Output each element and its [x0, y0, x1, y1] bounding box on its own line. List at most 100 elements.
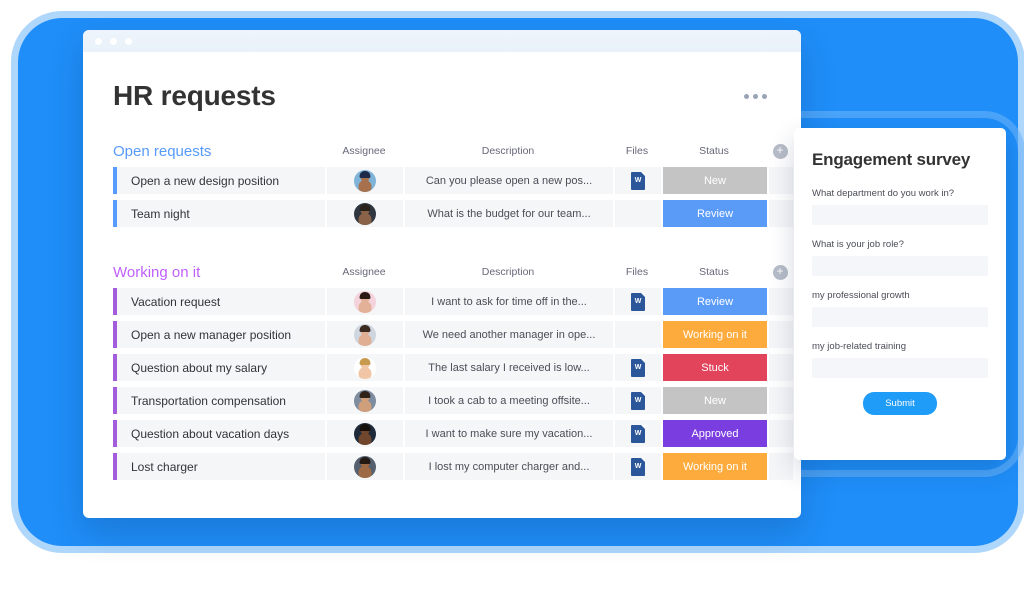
- row-trailing-cell: [769, 167, 793, 194]
- hr-requests-window: HR requests Open requests Assignee Descrip…: [83, 30, 801, 518]
- avatar[interactable]: [354, 422, 376, 445]
- page-title: HR requests: [113, 80, 276, 111]
- files-cell[interactable]: W: [615, 288, 661, 315]
- engagement-survey-card: Engagement survey What department do you…: [794, 128, 1006, 460]
- status-badge[interactable]: Approved: [663, 420, 767, 447]
- row-description[interactable]: I want to make sure my vacation...: [405, 420, 613, 447]
- status-badge[interactable]: Working on it: [663, 453, 767, 480]
- status-badge[interactable]: Review: [663, 288, 767, 315]
- assignee-cell[interactable]: [327, 354, 403, 381]
- status-badge[interactable]: Working on it: [663, 321, 767, 348]
- row-title[interactable]: Open a new manager position: [113, 321, 325, 348]
- row-title[interactable]: Lost charger: [113, 453, 325, 480]
- assignee-cell[interactable]: [327, 387, 403, 414]
- row-description[interactable]: The last salary I received is low...: [405, 354, 613, 381]
- assignee-cell[interactable]: [327, 453, 403, 480]
- assignee-cell[interactable]: [327, 200, 403, 227]
- row-trailing-cell: [769, 387, 793, 414]
- files-cell[interactable]: [615, 200, 661, 227]
- status-badge[interactable]: Review: [663, 200, 767, 227]
- assignee-cell[interactable]: [327, 288, 403, 315]
- avatar[interactable]: [354, 290, 376, 313]
- board-groups: Open requests Assignee Description Files Sta…: [113, 140, 793, 480]
- group-title[interactable]: Working on it: [113, 264, 325, 281]
- window-dot-close[interactable]: [95, 37, 102, 45]
- column-header-files: Files: [625, 266, 649, 278]
- avatar-hair: [359, 358, 371, 365]
- row-title[interactable]: Question about my salary: [113, 354, 325, 381]
- window-dot-maximize[interactable]: [125, 37, 132, 45]
- row-title[interactable]: Transportation compensation: [113, 387, 325, 414]
- table-row[interactable]: Question about vacation days I want to ma…: [113, 420, 793, 447]
- avatar[interactable]: [354, 202, 376, 225]
- more-options-icon[interactable]: [740, 86, 771, 107]
- avatar-hair: [359, 325, 371, 332]
- avatar[interactable]: [354, 356, 376, 379]
- row-description[interactable]: I took a cab to a meeting offsite...: [405, 387, 613, 414]
- survey-title: Engagement survey: [812, 150, 971, 169]
- screenshot-stage: HR requests Open requests Assignee Descrip…: [0, 0, 1024, 600]
- files-cell[interactable]: W: [615, 420, 661, 447]
- row-title[interactable]: Team night: [113, 200, 325, 227]
- survey-answer-input[interactable]: [812, 205, 988, 225]
- word-document-icon[interactable]: W: [631, 358, 645, 377]
- row-description[interactable]: Can you please open a new pos...: [405, 167, 613, 194]
- files-cell[interactable]: W: [615, 453, 661, 480]
- column-header-assignee: Assignee: [342, 145, 386, 157]
- table-row[interactable]: Question about my salary The last salary …: [113, 354, 793, 381]
- word-document-icon[interactable]: W: [631, 424, 645, 443]
- add-column-icon[interactable]: +: [772, 264, 788, 280]
- table-row[interactable]: Open a new manager position We need anoth…: [113, 321, 793, 348]
- row-trailing-cell: [769, 200, 793, 227]
- avatar[interactable]: [354, 169, 376, 192]
- assignee-cell[interactable]: [327, 321, 403, 348]
- word-document-icon[interactable]: W: [631, 292, 645, 311]
- more-dot-2: [753, 93, 758, 99]
- files-cell[interactable]: [615, 321, 661, 348]
- row-description[interactable]: I lost my computer charger and...: [405, 453, 613, 480]
- avatar[interactable]: [354, 323, 376, 346]
- survey-question-label: What is your job role?: [812, 239, 904, 250]
- group-title[interactable]: Open requests: [113, 143, 325, 160]
- row-title[interactable]: Question about vacation days: [113, 420, 325, 447]
- window-dot-minimize[interactable]: [110, 37, 117, 45]
- group-header: Open requests Assignee Description Files Sta…: [113, 140, 788, 162]
- survey-answer-input[interactable]: [812, 256, 988, 276]
- row-title[interactable]: Vacation request: [113, 288, 325, 315]
- status-badge[interactable]: New: [663, 167, 767, 194]
- word-document-icon[interactable]: W: [631, 391, 645, 410]
- table-row[interactable]: Open a new design position Can you please…: [113, 167, 793, 194]
- table-row[interactable]: Vacation request I want to ask for time o…: [113, 288, 793, 315]
- window-title-bar: [83, 30, 801, 52]
- files-cell[interactable]: W: [615, 167, 661, 194]
- table-row[interactable]: Transportation compensation I took a cab …: [113, 387, 793, 414]
- row-title[interactable]: Open a new design position: [113, 167, 325, 194]
- assignee-cell[interactable]: [327, 167, 403, 194]
- status-badge[interactable]: Stuck: [663, 354, 767, 381]
- avatar-hair: [359, 292, 371, 299]
- column-header-status: Status: [699, 145, 729, 157]
- table-row[interactable]: Team night What is the budget for our tea…: [113, 200, 793, 227]
- row-description[interactable]: We need another manager in ope...: [405, 321, 613, 348]
- avatar-hair: [359, 204, 371, 211]
- assignee-cell[interactable]: [327, 420, 403, 447]
- row-description[interactable]: What is the budget for our team...: [405, 200, 613, 227]
- table-row[interactable]: Lost charger I lost my computer charger a…: [113, 453, 793, 480]
- survey-answer-input[interactable]: [812, 307, 988, 327]
- survey-questions: What department do you work in? What is y…: [812, 188, 988, 378]
- survey-answer-input[interactable]: [812, 358, 988, 378]
- add-column-icon[interactable]: +: [772, 143, 788, 159]
- column-header-assignee: Assignee: [342, 266, 386, 278]
- files-cell[interactable]: W: [615, 387, 661, 414]
- word-document-icon[interactable]: W: [631, 457, 645, 476]
- submit-button[interactable]: Submit: [863, 392, 937, 415]
- word-document-icon[interactable]: W: [631, 171, 645, 190]
- files-cell[interactable]: W: [615, 354, 661, 381]
- avatar[interactable]: [354, 389, 376, 412]
- page-header: HR requests: [113, 52, 771, 118]
- row-trailing-cell: [769, 453, 793, 480]
- row-description[interactable]: I want to ask for time off in the...: [405, 288, 613, 315]
- avatar-hair: [359, 424, 371, 431]
- status-badge[interactable]: New: [663, 387, 767, 414]
- avatar[interactable]: [354, 455, 376, 478]
